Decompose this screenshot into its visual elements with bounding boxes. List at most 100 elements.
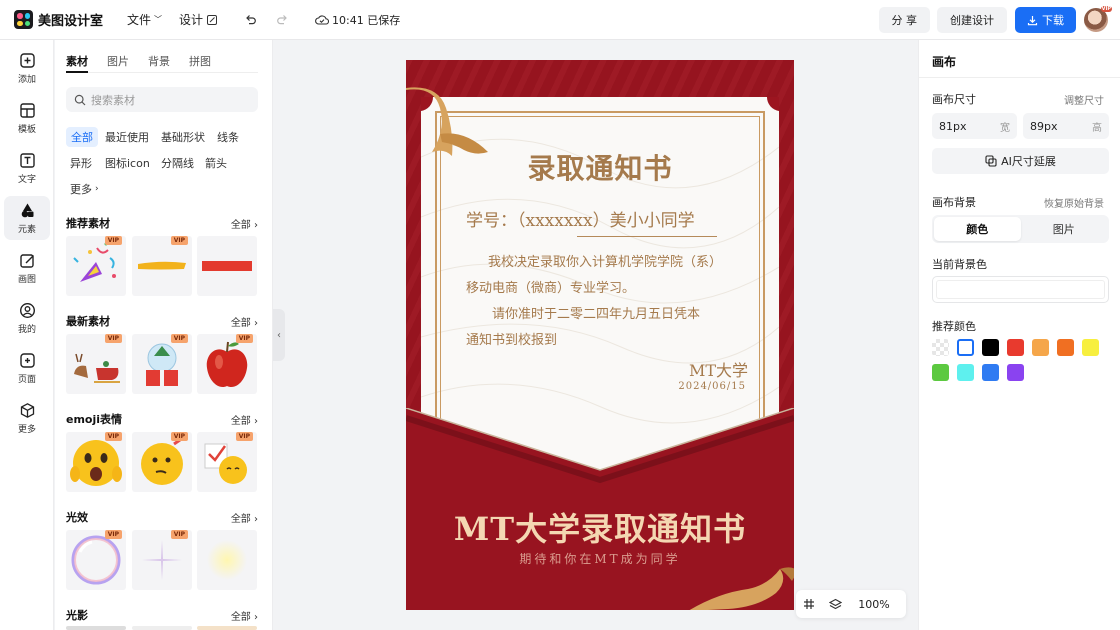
chip-basic-shape[interactable]: 基础形状	[156, 127, 210, 147]
chip-irregular[interactable]: 异形	[65, 153, 97, 173]
rail-item-text[interactable]: 文字	[4, 146, 50, 190]
poster-big-title[interactable]: MT大学录取通知书	[406, 504, 794, 550]
thumb-emoji-thinking[interactable]: VIP	[132, 432, 192, 492]
swatch-blue[interactable]	[982, 364, 999, 381]
create-design-button[interactable]: 创建设计	[937, 7, 1007, 33]
section-all-latest[interactable]: 全部 ›	[231, 314, 258, 329]
tab-background[interactable]: 背景	[148, 53, 170, 69]
section-all-light-effect[interactable]: 全部 ›	[231, 510, 258, 525]
poster-subtitle[interactable]: 期待和你在MT成为同学	[406, 550, 794, 567]
design-menu[interactable]: 设计	[179, 11, 218, 28]
vip-badge: VIP	[170, 530, 188, 539]
poster-title[interactable]: 录取通知书	[406, 147, 794, 187]
download-button[interactable]: 下载	[1015, 7, 1076, 33]
chip-recent[interactable]: 最近使用	[100, 127, 154, 147]
current-bg-color[interactable]	[932, 276, 1109, 303]
poster-body-line-4[interactable]: 通知书到校报到	[466, 329, 557, 348]
thumb-glow[interactable]	[197, 530, 257, 590]
user-icon	[19, 302, 35, 318]
thumb-emoji-check[interactable]: VIP	[197, 432, 257, 492]
rail-item-draw[interactable]: 画图	[4, 246, 50, 290]
width-field[interactable]: 81px 宽	[932, 113, 1017, 139]
zoom-level[interactable]: 100%	[848, 590, 900, 618]
cube-icon	[20, 402, 34, 418]
shocked-emoji-image	[70, 440, 122, 486]
section-all-emoji[interactable]: 全部 ›	[231, 412, 258, 427]
undo-button[interactable]	[244, 13, 257, 26]
bubble-image	[71, 535, 121, 585]
poster-date[interactable]: 2024/06/15	[678, 381, 746, 392]
poster-signature[interactable]: MT大学	[689, 357, 748, 381]
rail-item-mine[interactable]: 我的	[4, 296, 50, 340]
tab-material[interactable]: 素材	[66, 53, 88, 69]
rail-item-more[interactable]: 更多	[4, 396, 50, 440]
swatch-purple[interactable]	[1007, 364, 1024, 381]
ai-size-extend-button[interactable]: AI尺寸延展	[932, 148, 1109, 174]
vip-badge: VIP	[170, 236, 188, 245]
chip-icon[interactable]: 图标icon	[100, 153, 155, 173]
rail-item-template[interactable]: 模板	[4, 96, 50, 140]
chip-line[interactable]: 线条	[212, 127, 244, 147]
rail-item-page[interactable]: 页面	[4, 346, 50, 390]
thumb-red-bar[interactable]	[197, 236, 257, 296]
thumb-red-apple[interactable]: VIP	[197, 334, 257, 394]
redo-button[interactable]	[276, 13, 289, 26]
chip-all[interactable]: 全部	[66, 127, 98, 147]
rail-label-page: 页面	[17, 374, 36, 385]
page-add-icon	[19, 352, 35, 368]
file-menu[interactable]: 文件 ﹀	[127, 11, 162, 28]
swatch-transparent[interactable]	[932, 339, 949, 356]
thumb-bubble[interactable]: VIP	[66, 530, 126, 590]
chip-divider[interactable]: 分隔线	[156, 153, 199, 173]
tab-image[interactable]: 图片	[107, 53, 129, 69]
section-all-recommended[interactable]: 全部 ›	[231, 216, 258, 231]
section-all-light-shadow[interactable]: 全部 ›	[231, 608, 258, 623]
height-field[interactable]: 89px 高	[1023, 113, 1109, 139]
poster-body-line-3[interactable]: 请你准时于二零二四年九月五日凭本	[492, 303, 700, 322]
thumb-party-popper[interactable]: VIP	[66, 236, 126, 296]
party-popper-image	[73, 242, 116, 282]
thumb-emoji-shocked[interactable]: VIP	[66, 432, 126, 492]
rail-item-add[interactable]: 添加	[4, 46, 50, 90]
bg-image-tab[interactable]: 图片	[1021, 217, 1108, 241]
swatch-white[interactable]	[957, 339, 974, 356]
glow-image	[207, 540, 247, 580]
collapse-panel-button[interactable]: ‹	[273, 309, 285, 361]
adjust-size-link[interactable]: 调整尺寸	[1064, 92, 1104, 107]
poster-body-line-1[interactable]: 我校决定录取你入计算机学院学院（系）	[488, 251, 722, 270]
swatch-yellow[interactable]	[1082, 339, 1099, 356]
chip-arrow[interactable]: 箭头	[200, 153, 232, 173]
poster-body-line-2[interactable]: 移动电商（微商）专业学习。	[466, 277, 635, 296]
download-label: 下载	[1042, 14, 1064, 27]
swatch-orange[interactable]	[1057, 339, 1074, 356]
vip-badge: VIP	[104, 530, 122, 539]
chip-more[interactable]: 更多 ›	[65, 179, 104, 199]
thumb-brush-stroke[interactable]: VIP	[132, 236, 192, 296]
thumb-light-shadow-3[interactable]	[197, 626, 257, 630]
avatar[interactable]: VIP	[1084, 6, 1112, 32]
tab-collage[interactable]: 拼图	[189, 53, 211, 69]
thumb-light-shadow-1[interactable]	[66, 626, 126, 630]
thumb-sparkle[interactable]: VIP	[132, 530, 192, 590]
share-button[interactable]: 分 享	[878, 7, 930, 33]
rail-item-element[interactable]: 元素	[4, 196, 50, 240]
swatch-cyan[interactable]	[957, 364, 974, 381]
restore-bg-link[interactable]: 恢复原始背景	[1044, 195, 1104, 210]
search-input[interactable]: 搜索素材	[66, 87, 258, 112]
app-logo[interactable]: 美图设计室	[14, 10, 103, 29]
thumb-snow-globe-gift[interactable]: VIP	[132, 334, 192, 394]
swatch-black[interactable]	[982, 339, 999, 356]
design-canvas[interactable]: 录取通知书 学号：（xxxxxxx）美小小同学 我校决定录取你入计算机学院学院（…	[406, 60, 794, 610]
bg-color-tab[interactable]: 颜色	[934, 217, 1021, 241]
thumb-light-shadow-2[interactable]	[132, 626, 192, 630]
apple-image	[206, 341, 248, 388]
vip-badge: VIP	[104, 236, 122, 245]
swatch-red[interactable]	[1007, 339, 1024, 356]
swatch-light-orange[interactable]	[1032, 339, 1049, 356]
red-bar-image	[202, 261, 252, 271]
layers-button[interactable]	[822, 590, 848, 618]
poster-student-line[interactable]: 学号：（xxxxxxx）美小小同学	[466, 206, 695, 231]
swatch-green[interactable]	[932, 364, 949, 381]
thumb-reindeer-sleigh[interactable]: VIP	[66, 334, 126, 394]
grid-button[interactable]	[796, 590, 822, 618]
